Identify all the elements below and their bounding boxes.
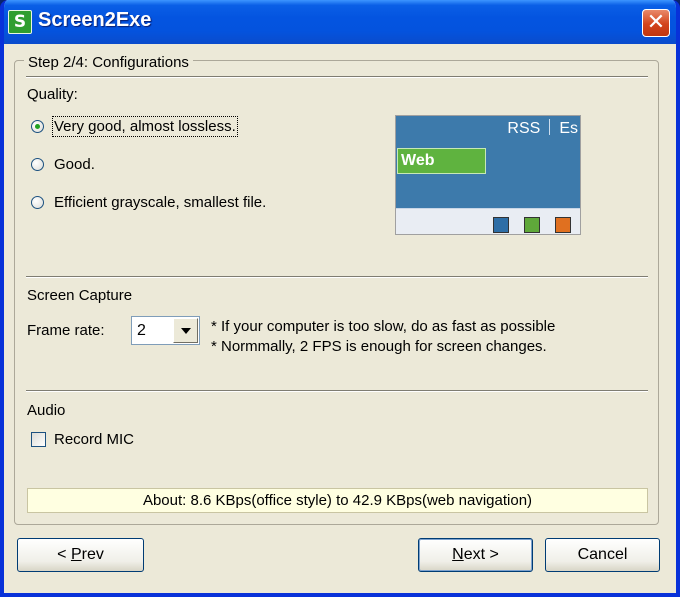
frame-rate-value: 2 <box>137 322 146 339</box>
next-hotkey: N <box>452 546 464 563</box>
audio-separator <box>26 390 648 392</box>
preview-rss-link: RSS <box>507 120 541 137</box>
window-title: Screen2Exe <box>38 9 152 31</box>
quality-radio-good[interactable] <box>31 158 44 171</box>
preview-orange-square <box>555 217 571 233</box>
frame-rate-select[interactable]: 2 <box>131 316 200 345</box>
prev-hotkey: P <box>70 546 82 563</box>
prev-button[interactable]: < Prev <box>17 538 144 572</box>
chevron-down-icon <box>181 328 191 334</box>
record-mic-checkbox[interactable] <box>31 432 46 447</box>
capture-separator <box>26 276 648 278</box>
quality-label: Quality: <box>27 86 78 103</box>
quality-preview-image: RSS Es Web <box>395 115 581 235</box>
prev-prefix: < <box>57 546 71 563</box>
prev-rest: rev <box>81 546 104 563</box>
dialog-window: S Screen2Exe ✕ Step 2/4: Configurations … <box>0 0 680 597</box>
preview-green-square <box>524 217 540 233</box>
frame-rate-hint-2: * Normmally, 2 FPS is enough for screen … <box>211 338 547 355</box>
quality-option-very-good-label[interactable]: Very good, almost lossless. <box>52 116 238 137</box>
quality-separator <box>26 76 648 78</box>
preview-web-tab: Web <box>397 148 486 174</box>
next-button[interactable]: Next > <box>418 538 533 572</box>
quality-option-grayscale-label[interactable]: Efficient grayscale, smallest file. <box>54 194 266 211</box>
preview-footer <box>396 208 580 234</box>
frame-rate-hint-1: * If your computer is too slow, do as fa… <box>211 318 556 335</box>
step-legend: Step 2/4: Configurations <box>24 54 193 71</box>
bitrate-info-bar: About: 8.6 KBps(office style) to 42.9 KB… <box>27 488 648 513</box>
next-rest: ext > <box>463 546 499 563</box>
title-bar[interactable]: S Screen2Exe ✕ <box>4 0 676 44</box>
close-button[interactable]: ✕ <box>642 9 670 37</box>
audio-label: Audio <box>27 402 66 419</box>
frame-rate-label: Frame rate: <box>27 322 105 339</box>
record-mic-label[interactable]: Record MIC <box>54 431 134 448</box>
quality-radio-grayscale[interactable] <box>31 196 44 209</box>
preview-blue-square <box>493 217 509 233</box>
screen-capture-label: Screen Capture <box>27 287 133 304</box>
app-icon: S <box>8 10 32 34</box>
quality-option-good-label[interactable]: Good. <box>54 156 95 173</box>
preview-links: RSS Es <box>507 119 578 138</box>
cancel-button[interactable]: Cancel <box>545 538 660 572</box>
frame-rate-dropdown-button[interactable] <box>173 318 198 343</box>
quality-radio-very-good[interactable] <box>31 120 44 133</box>
preview-es-link: Es <box>559 120 578 137</box>
